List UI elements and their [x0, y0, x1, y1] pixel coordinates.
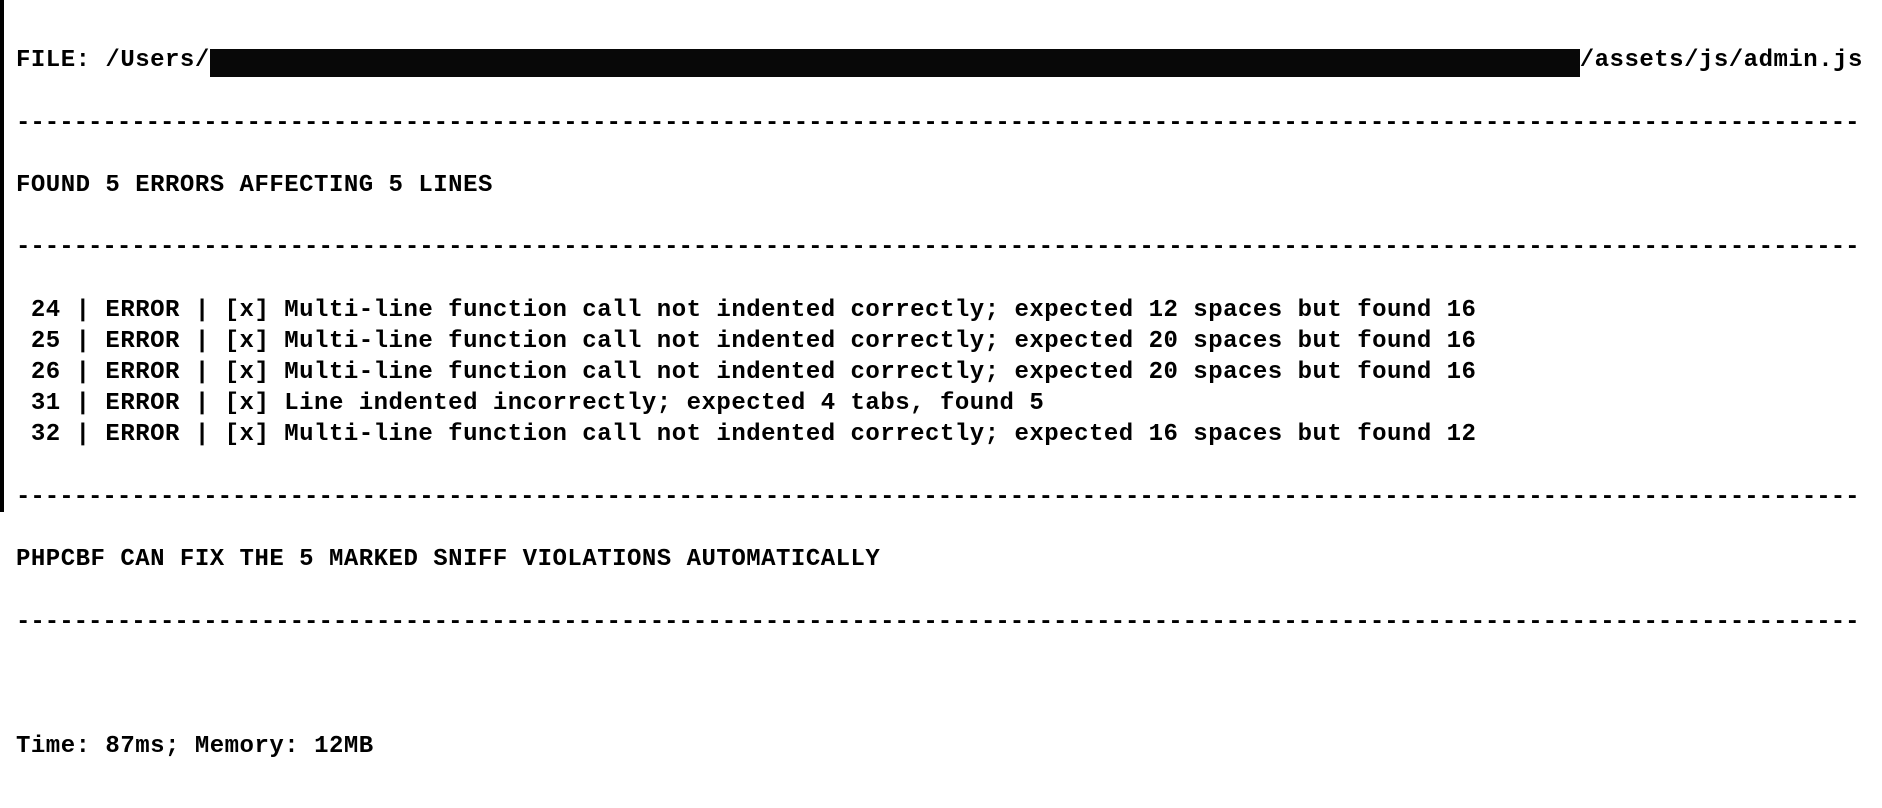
redacted-path	[210, 49, 1580, 77]
time-value: 87ms	[105, 733, 165, 760]
time-label: Time:	[16, 733, 105, 760]
footer-stats: Time: 87ms; Memory: 12MB	[16, 731, 1874, 762]
divider-line-3: ----------------------------------------…	[16, 482, 1874, 513]
memory-value: 12MB	[314, 733, 374, 760]
divider-line-4: ----------------------------------------…	[16, 607, 1874, 638]
error-row: 31 | ERROR | [x] Line indented incorrect…	[16, 388, 1874, 419]
file-path-prefix: /Users/	[105, 45, 209, 76]
error-row: 26 | ERROR | [x] Multi-line function cal…	[16, 357, 1874, 388]
file-label: FILE:	[16, 45, 105, 76]
divider-line-2: ----------------------------------------…	[16, 232, 1874, 263]
terminal-output: FILE: /Users/ /assets/js/admin.js -------…	[4, 0, 1882, 808]
error-row: 25 | ERROR | [x] Multi-line function cal…	[16, 326, 1874, 357]
summary-line: FOUND 5 ERRORS AFFECTING 5 LINES	[16, 170, 1874, 201]
separator: ;	[165, 733, 195, 760]
blank-line	[16, 669, 1874, 700]
file-path-suffix: /assets/js/admin.js	[1580, 45, 1863, 76]
fixable-note: PHPCBF CAN FIX THE 5 MARKED SNIFF VIOLAT…	[16, 544, 1874, 575]
file-path-line: FILE: /Users/ /assets/js/admin.js	[16, 45, 1874, 76]
errors-list: 24 | ERROR | [x] Multi-line function cal…	[16, 295, 1874, 451]
error-row: 24 | ERROR | [x] Multi-line function cal…	[16, 295, 1874, 326]
divider-line-1: ----------------------------------------…	[16, 108, 1874, 139]
error-row: 32 | ERROR | [x] Multi-line function cal…	[16, 419, 1874, 450]
memory-label: Memory:	[195, 733, 314, 760]
